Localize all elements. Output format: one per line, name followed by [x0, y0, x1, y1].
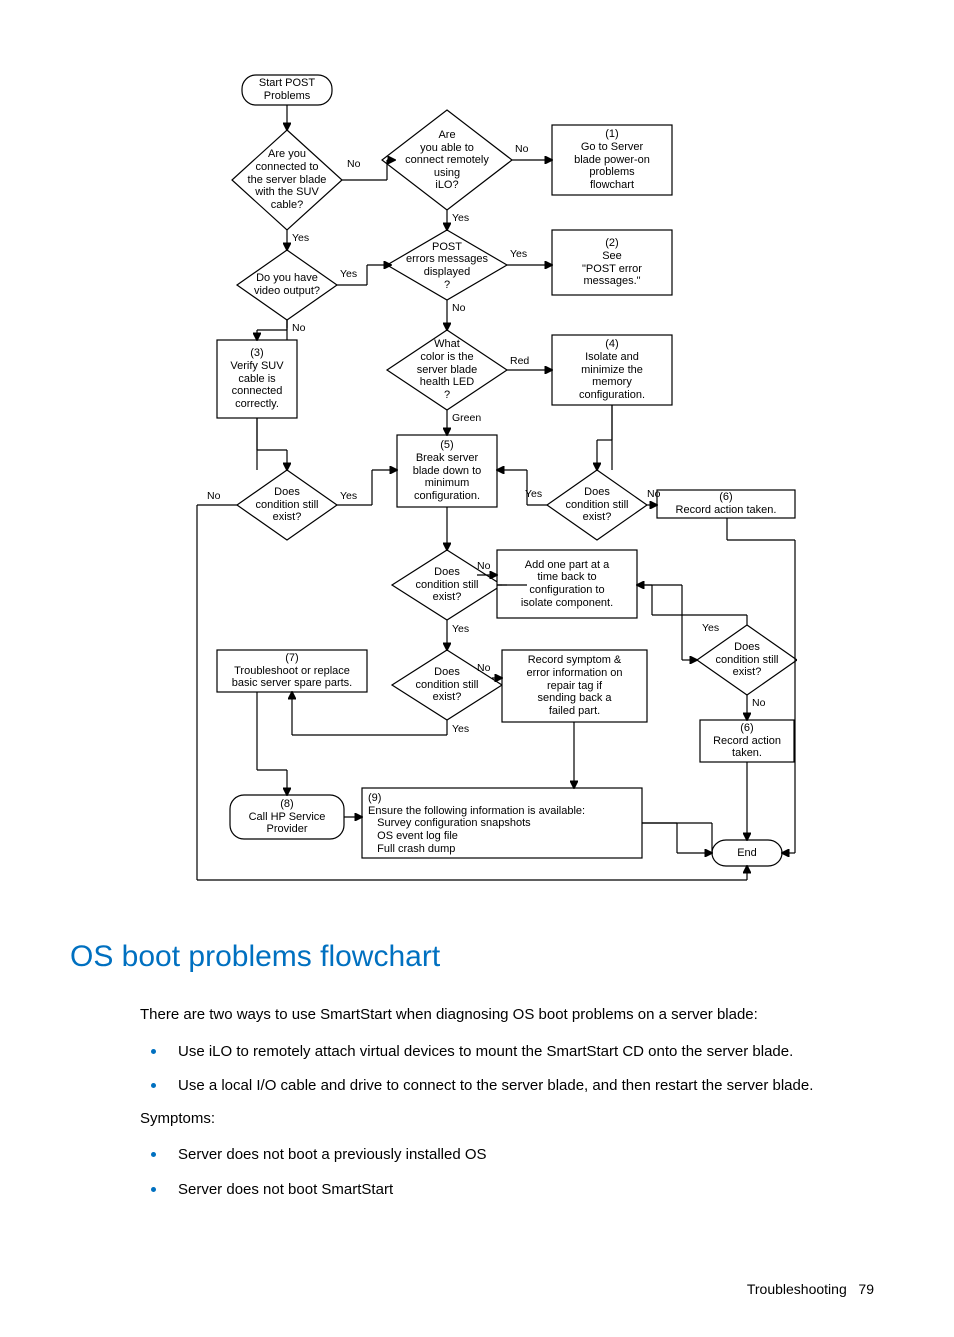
edge-stillleft-no: No: [207, 490, 220, 502]
section-heading: OS boot problems flowchart: [70, 940, 884, 974]
edge-post-no: No: [452, 302, 465, 314]
node-5: (5)Break serverblade down tominimumconfi…: [397, 435, 497, 507]
node-6: (6)Record action taken.: [657, 490, 795, 518]
node-q-still-add: Doescondition stillexist?: [697, 635, 797, 685]
list-item: Server does not boot a previously instal…: [168, 1140, 874, 1167]
intro-paragraph: There are two ways to use SmartStart whe…: [140, 1004, 874, 1027]
edge-still4-yes: Yes: [525, 488, 542, 500]
footer-section: Troubleshooting: [747, 1281, 847, 1297]
node-2: (2)See"POST errormessages.": [552, 230, 672, 295]
node-q-still-left: Doescondition stillexist?: [237, 480, 337, 530]
node-end: End: [712, 840, 782, 866]
symptoms-label: Symptoms:: [140, 1108, 874, 1131]
edge-led-red: Red: [510, 355, 529, 367]
edge-suv-yes: Yes: [292, 232, 309, 244]
node-record-sym: Record symptom &error information onrepa…: [502, 650, 647, 722]
edge-ilo-yes: Yes: [452, 212, 469, 224]
edge-still7-yes: Yes: [452, 723, 469, 735]
page: Start POSTProblems Are youconnected toth…: [0, 0, 954, 1337]
node-9: (9)Ensure the following information is a…: [362, 788, 654, 866]
list-item: Use a local I/O cable and drive to conne…: [168, 1071, 874, 1098]
edge-video-yes: Yes: [340, 268, 357, 280]
node-start: Start POSTProblems: [242, 75, 332, 105]
edge-stillmid-yes: Yes: [452, 623, 469, 635]
edge-stillleft-yes: Yes: [340, 490, 357, 502]
node-6b: (6)Record actiontaken.: [700, 720, 794, 762]
methods-list: Use iLO to remotely attach virtual devic…: [140, 1037, 874, 1098]
node-q-video: Do you havevideo output?: [237, 260, 337, 310]
symptoms-list: Server does not boot a previously instal…: [140, 1140, 874, 1201]
node-addback: Add one part at atime back toconfigurati…: [497, 550, 637, 618]
node-q-still-4: Doescondition stillexist?: [547, 480, 647, 530]
edge-ilo-no: No: [515, 143, 528, 155]
node-q-suv: Are youconnected tothe server bladewith …: [232, 135, 342, 225]
page-footer: Troubleshooting 79: [70, 1281, 884, 1297]
edge-stillmid-no: No: [477, 560, 490, 572]
edge-stilladd-no: No: [752, 697, 765, 709]
edge-stilladd-yes: Yes: [702, 622, 719, 634]
node-1: (1)Go to Serverblade power-onproblemsflo…: [552, 125, 672, 195]
node-q-led: Whatcolor is theserver bladehealth LED?: [387, 335, 507, 405]
body-text: There are two ways to use SmartStart whe…: [140, 1004, 874, 1201]
edge-suv-no: No: [347, 158, 360, 170]
node-7: (7)Troubleshoot or replacebasic server s…: [217, 650, 367, 692]
edge-video-no: No: [292, 322, 305, 334]
footer-page-number: 79: [858, 1281, 874, 1297]
list-item: Server does not boot SmartStart: [168, 1175, 874, 1202]
list-item: Use iLO to remotely attach virtual devic…: [168, 1037, 874, 1064]
flowchart: Start POSTProblems Are youconnected toth…: [157, 70, 797, 910]
node-8: (8)Call HP ServiceProvider: [230, 795, 344, 839]
edge-still7-no: No: [477, 662, 490, 674]
node-3: (3)Verify SUVcable isconnectedcorrectly.: [217, 340, 297, 418]
node-q-ilo: Areyou able toconnect remotelyusingiLO?: [382, 118, 512, 203]
edge-post-yes: Yes: [510, 248, 527, 260]
node-q-post: POSTerrors messagesdisplayed?: [387, 235, 507, 297]
edge-led-green: Green: [452, 412, 481, 424]
edge-still4-no: No: [647, 488, 660, 500]
node-4: (4)Isolate andminimize thememoryconfigur…: [552, 335, 672, 405]
